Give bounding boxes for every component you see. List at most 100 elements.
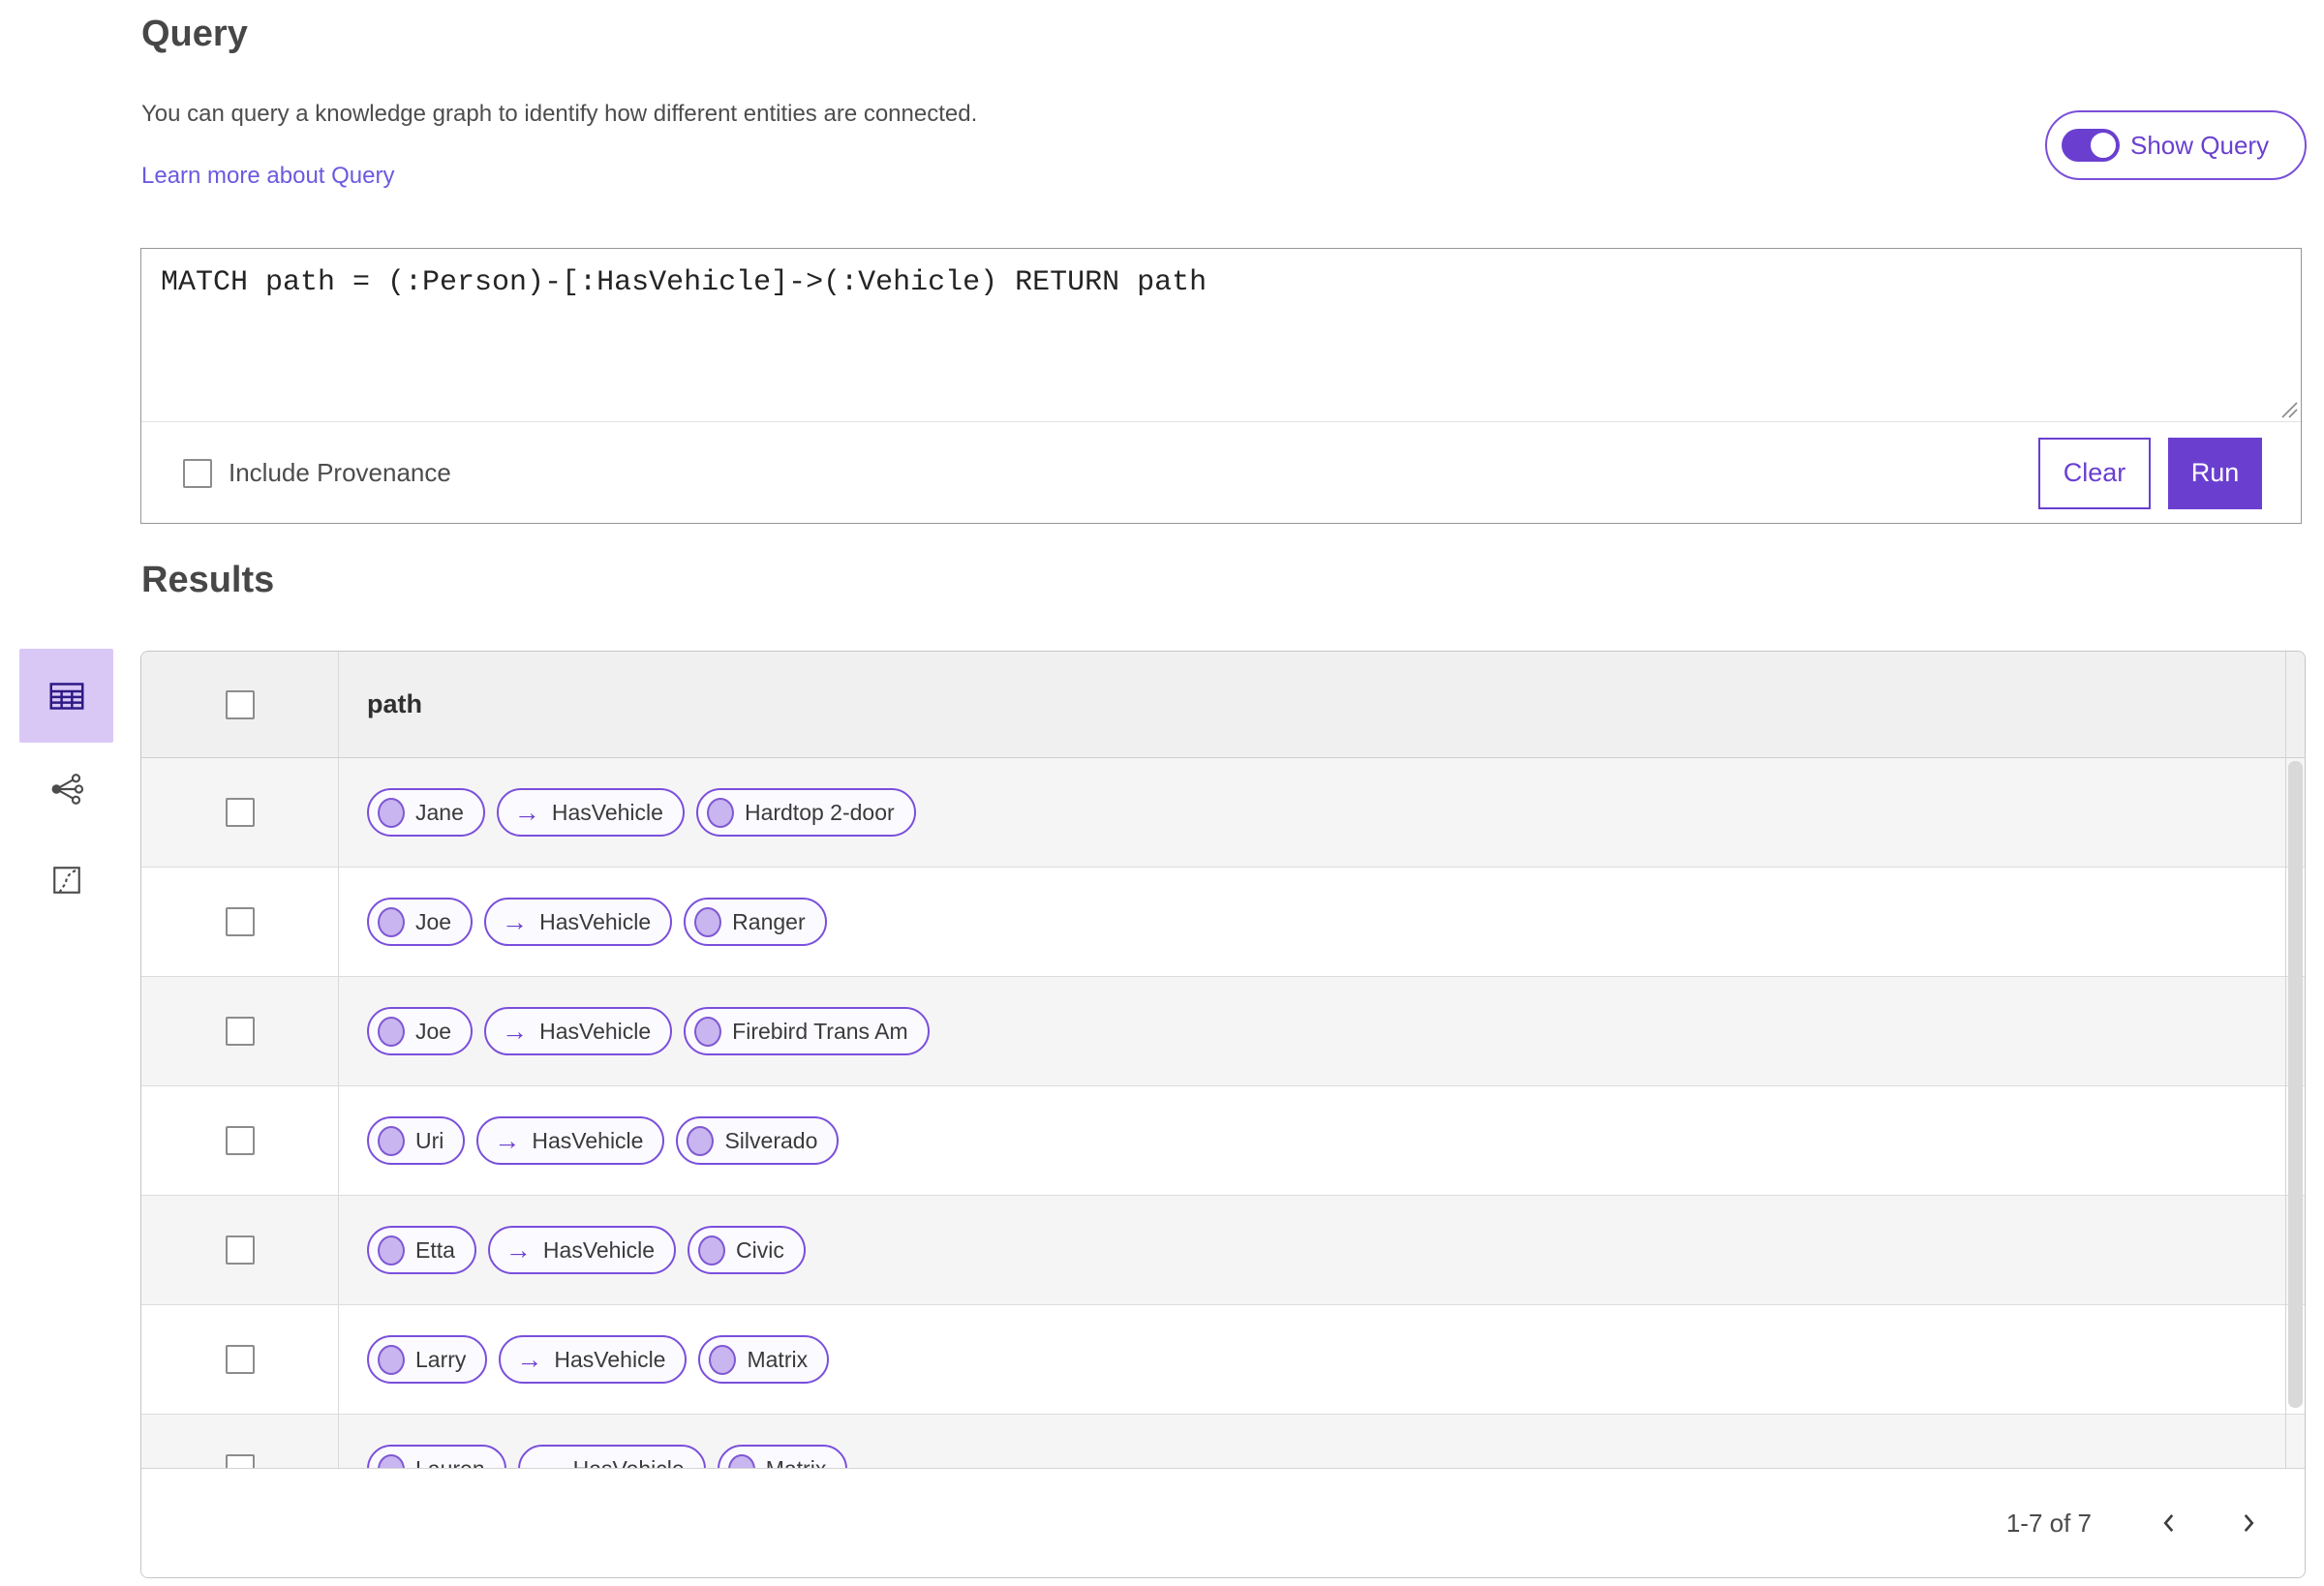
arrow-right-icon: → (494, 1125, 521, 1155)
relationship-label: HasVehicle (532, 1127, 644, 1153)
toggle-knob (2088, 130, 2119, 161)
select-all-checkbox[interactable] (225, 689, 255, 719)
relationship-label: HasVehicle (542, 1236, 655, 1263)
table-row: Larry → HasVehicle Matrix (141, 1305, 2305, 1415)
results-title: Results (141, 560, 275, 600)
entity-pill-source[interactable]: Joe (367, 1007, 474, 1055)
table-row: Etta → HasVehicle Civic (141, 1196, 2305, 1305)
relationship-label: HasVehicle (539, 1018, 652, 1044)
learn-more-link[interactable]: Learn more about Query (141, 163, 394, 190)
arrow-right-icon: → (516, 1344, 543, 1374)
entity-node-icon (378, 1344, 405, 1375)
relationship-pill[interactable]: → HasVehicle (484, 1007, 673, 1055)
entity-pill-target[interactable]: Silverado (676, 1116, 840, 1165)
row-checkbox[interactable] (225, 907, 255, 936)
target-entity-label: Firebird Trans Am (732, 1018, 908, 1044)
source-entity-label: Jane (415, 799, 464, 825)
entity-node-icon (687, 1125, 715, 1156)
arrow-right-icon: → (502, 1016, 529, 1046)
path-cell: Larry → HasVehicle Matrix (339, 1305, 2305, 1414)
path-column-header: path (367, 689, 422, 718)
entity-node-icon (378, 906, 405, 937)
toggle-switch-icon[interactable] (2062, 129, 2120, 162)
row-checkbox-cell (141, 868, 339, 976)
entity-pill-target[interactable]: Ranger (684, 898, 827, 946)
path-cell: Etta → HasVehicle Civic (339, 1196, 2305, 1304)
include-provenance-label: Include Provenance (229, 458, 451, 487)
run-button[interactable]: Run (2168, 437, 2262, 509)
relationship-pill[interactable]: → HasVehicle (487, 1226, 676, 1274)
entity-node-icon (706, 797, 734, 828)
relationship-label: HasVehicle (551, 799, 663, 825)
view-link-chart-button[interactable] (19, 757, 113, 821)
resize-handle-icon[interactable] (2277, 397, 2298, 418)
vertical-scrollbar[interactable] (2285, 652, 2305, 1468)
chevron-left-icon (2163, 1514, 2174, 1532)
table-row: Uri → HasVehicle Silverado (141, 1086, 2305, 1196)
arrow-right-icon: → (513, 797, 540, 827)
entity-node-icon (378, 1016, 405, 1047)
row-checkbox[interactable] (225, 1126, 255, 1155)
query-editor-panel: MATCH path = (:Person)-[:HasVehicle]->(:… (140, 248, 2302, 524)
table-header-row: path (141, 652, 2305, 758)
row-checkbox[interactable] (225, 1017, 255, 1046)
target-entity-label: Civic (736, 1236, 784, 1263)
view-table-button[interactable] (19, 649, 113, 743)
query-description: You can query a knowledge graph to ident… (141, 101, 978, 127)
relationship-pill[interactable]: → HasVehicle (476, 1116, 665, 1165)
path-cell: Joe → HasVehicle Ranger (339, 868, 2305, 976)
link-chart-icon (51, 774, 83, 805)
include-provenance-checkbox[interactable] (183, 458, 212, 488)
show-query-toggle[interactable]: Show Query (2045, 110, 2307, 180)
scrollbar-thumb[interactable] (2288, 761, 2303, 1408)
entity-pill-target[interactable]: Matrix (698, 1335, 830, 1384)
relationship-label: HasVehicle (554, 1346, 666, 1372)
page-title: Query (141, 14, 248, 54)
entity-pill-target[interactable]: Firebird Trans Am (684, 1007, 930, 1055)
row-checkbox-cell (141, 758, 339, 867)
row-checkbox-cell (141, 977, 339, 1085)
query-editor-input[interactable]: MATCH path = (:Person)-[:HasVehicle]->(:… (141, 249, 2301, 421)
view-map-button[interactable] (19, 848, 113, 912)
pagination-bar: 1-7 of 7 (141, 1468, 2305, 1577)
entity-node-icon (694, 1016, 722, 1047)
previous-page-button[interactable] (2150, 1504, 2188, 1542)
path-cell: Uri → HasVehicle Silverado (339, 1086, 2305, 1195)
table-icon (49, 682, 83, 710)
target-entity-label: Ranger (732, 908, 806, 934)
clear-button[interactable]: Clear (2038, 437, 2151, 509)
entity-pill-source[interactable]: Larry (367, 1335, 488, 1384)
relationship-pill[interactable]: → HasVehicle (496, 788, 685, 837)
next-page-button[interactable] (2229, 1504, 2268, 1542)
relationship-pill[interactable]: → HasVehicle (484, 898, 673, 946)
relationship-label: HasVehicle (539, 908, 652, 934)
source-entity-label: Joe (415, 908, 452, 934)
entity-pill-target[interactable]: Hardtop 2-door (695, 788, 916, 837)
table-row: Jane → HasVehicle Hardtop 2-door (141, 758, 2305, 868)
entity-pill-source[interactable]: Etta (367, 1226, 476, 1274)
row-checkbox[interactable] (225, 1345, 255, 1374)
entity-node-icon (378, 797, 405, 828)
results-table: path Jane → HasVehicle Hardtop 2-door Jo… (140, 651, 2306, 1578)
table-row: Joe → HasVehicle Firebird Trans Am (141, 977, 2305, 1086)
path-cell: Jane → HasVehicle Hardtop 2-door (339, 758, 2305, 867)
entity-node-icon (698, 1235, 725, 1266)
relationship-pill[interactable]: → HasVehicle (499, 1335, 688, 1384)
map-icon (52, 867, 80, 894)
path-header-cell: path (339, 652, 2305, 757)
entity-node-icon (378, 1235, 405, 1266)
table-row: Joe → HasVehicle Ranger (141, 868, 2305, 977)
entity-pill-source[interactable]: Jane (367, 788, 485, 837)
header-checkbox-cell (141, 652, 339, 757)
show-query-label: Show Query (2130, 130, 2270, 160)
source-entity-label: Joe (415, 1018, 452, 1044)
row-checkbox[interactable] (225, 1235, 255, 1265)
target-entity-label: Matrix (747, 1346, 809, 1372)
table-body: Jane → HasVehicle Hardtop 2-door Joe → H… (141, 758, 2305, 1524)
entity-pill-source[interactable]: Uri (367, 1116, 466, 1165)
entity-pill-source[interactable]: Joe (367, 898, 474, 946)
entity-pill-target[interactable]: Civic (688, 1226, 806, 1274)
row-checkbox[interactable] (225, 798, 255, 827)
entity-node-icon (709, 1344, 737, 1375)
row-checkbox-cell (141, 1086, 339, 1195)
